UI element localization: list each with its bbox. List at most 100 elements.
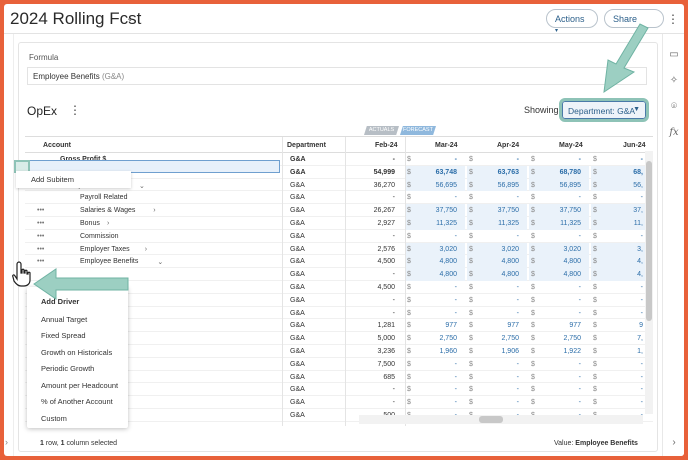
cell-feb[interactable]: 685 bbox=[351, 374, 395, 381]
cell-mar[interactable]: - bbox=[415, 194, 457, 201]
cell-feb[interactable]: - bbox=[351, 271, 395, 278]
cell-feb[interactable]: 7,500 bbox=[351, 361, 395, 368]
cell-mar[interactable]: - bbox=[415, 284, 457, 291]
cell-apr[interactable]: - bbox=[477, 399, 519, 406]
cell-apr[interactable]: 1,906 bbox=[477, 348, 519, 355]
cell-jun[interactable]: - bbox=[601, 310, 643, 317]
col-mar[interactable]: Mar-24 bbox=[435, 142, 458, 149]
cell-feb[interactable]: - bbox=[351, 297, 395, 304]
menu-item-annual-target[interactable]: Annual Target bbox=[41, 315, 87, 324]
cell-mar[interactable]: 4,800 bbox=[415, 258, 457, 265]
cell-apr[interactable]: 4,800 bbox=[477, 271, 519, 278]
cell-feb[interactable]: 4,500 bbox=[351, 258, 395, 265]
menu-item-growth-historicals[interactable]: Growth on Historicals bbox=[41, 348, 112, 357]
col-jun[interactable]: Jun-24 bbox=[623, 142, 646, 149]
cell-may[interactable]: - bbox=[539, 194, 581, 201]
row-account[interactable]: Employee Benefits bbox=[80, 258, 138, 265]
row-menu-icon[interactable]: ••• bbox=[37, 233, 44, 240]
more-options-icon[interactable]: ⋮ bbox=[667, 13, 679, 25]
menu-item-percent-another-account[interactable]: % of Another Account bbox=[41, 397, 113, 406]
chevron-right-icon[interactable]: › bbox=[667, 436, 681, 450]
cell-may[interactable]: 37,750 bbox=[539, 207, 581, 214]
expand-chevron-icon[interactable]: › bbox=[153, 207, 155, 214]
cell-mar[interactable]: - bbox=[415, 374, 457, 381]
cell-feb[interactable]: 5,000 bbox=[351, 335, 395, 342]
cell-apr[interactable]: - bbox=[477, 386, 519, 393]
cell-may[interactable]: - bbox=[539, 284, 581, 291]
cell-jun[interactable]: 11, bbox=[601, 220, 643, 227]
cell-jun[interactable]: 7, bbox=[601, 335, 643, 342]
cell-mar[interactable]: - bbox=[415, 233, 457, 240]
cell-apr[interactable]: 977 bbox=[477, 322, 519, 329]
cell-feb[interactable]: 3,236 bbox=[351, 348, 395, 355]
cell-feb[interactable]: 54,999 bbox=[351, 169, 395, 176]
cell-mar[interactable]: - bbox=[415, 297, 457, 304]
cell-feb[interactable]: 26,267 bbox=[351, 207, 395, 214]
col-may[interactable]: May-24 bbox=[559, 142, 583, 149]
cell-jun[interactable]: - bbox=[601, 194, 643, 201]
cell-apr[interactable]: - bbox=[477, 361, 519, 368]
cell-apr[interactable]: 11,325 bbox=[477, 220, 519, 227]
cell-jun[interactable]: 4, bbox=[601, 271, 643, 278]
cell-jun[interactable]: - bbox=[601, 156, 643, 163]
add-subitem-option[interactable]: Add Subitem bbox=[16, 171, 131, 188]
cell-apr[interactable]: - bbox=[477, 284, 519, 291]
cell-apr[interactable]: 37,750 bbox=[477, 207, 519, 214]
cell-may[interactable]: 56,895 bbox=[539, 182, 581, 189]
cell-feb[interactable]: 36,270 bbox=[351, 182, 395, 189]
row-account[interactable]: Salaries & Wages bbox=[80, 207, 135, 214]
cell-may[interactable]: - bbox=[539, 386, 581, 393]
vertical-scrollbar[interactable] bbox=[645, 151, 653, 414]
cell-apr[interactable]: - bbox=[477, 156, 519, 163]
cell-apr[interactable]: - bbox=[477, 233, 519, 240]
cell-mar[interactable]: - bbox=[415, 156, 457, 163]
menu-item-fixed-spread[interactable]: Fixed Spread bbox=[41, 331, 86, 340]
cell-feb[interactable]: - bbox=[351, 233, 395, 240]
horizontal-scrollbar[interactable] bbox=[359, 415, 643, 424]
cell-jun[interactable]: 68, bbox=[601, 169, 643, 176]
cell-apr[interactable]: - bbox=[477, 194, 519, 201]
col-feb[interactable]: Feb-24 bbox=[375, 142, 398, 149]
cell-feb[interactable]: - bbox=[351, 194, 395, 201]
cell-jun[interactable]: - bbox=[601, 374, 643, 381]
cell-feb[interactable]: - bbox=[351, 156, 395, 163]
scroll-thumb[interactable] bbox=[479, 416, 503, 423]
cell-may[interactable]: - bbox=[539, 374, 581, 381]
row-account[interactable]: Employer Taxes bbox=[80, 246, 130, 253]
table-row[interactable]: ••• Commission G&A - $ - $ - $ - $ - bbox=[25, 230, 653, 243]
cell-jun[interactable]: 1, bbox=[601, 348, 643, 355]
row-account[interactable]: Commission bbox=[80, 233, 119, 240]
sparkle-icon[interactable]: ✧ bbox=[667, 74, 681, 88]
cell-mar[interactable]: 1,960 bbox=[415, 348, 457, 355]
cell-may[interactable]: - bbox=[539, 297, 581, 304]
cell-jun[interactable]: 56, bbox=[601, 182, 643, 189]
cell-mar[interactable]: 11,325 bbox=[415, 220, 457, 227]
cell-jun[interactable]: 9 bbox=[601, 322, 643, 329]
row-menu-icon[interactable]: ••• bbox=[37, 258, 44, 265]
cell-jun[interactable]: 4, bbox=[601, 258, 643, 265]
expand-chevron-icon[interactable]: ⌄ bbox=[139, 182, 145, 190]
row-menu-icon[interactable]: ••• bbox=[37, 207, 44, 214]
cell-feb[interactable]: 4,500 bbox=[351, 284, 395, 291]
cell-mar[interactable]: 4,800 bbox=[415, 271, 457, 278]
menu-item-custom[interactable]: Custom bbox=[41, 414, 67, 423]
cell-apr[interactable]: - bbox=[477, 297, 519, 304]
row-account[interactable]: Bonus bbox=[80, 220, 100, 227]
col-account[interactable]: Account bbox=[43, 142, 71, 149]
cell-feb[interactable]: - bbox=[351, 310, 395, 317]
cell-feb[interactable]: 2,576 bbox=[351, 246, 395, 253]
department-selector[interactable]: Department: G&A ▼ bbox=[559, 98, 649, 122]
more-options-icon[interactable]: ⋮ bbox=[69, 104, 81, 116]
table-row[interactable]: Payroll Related G&A - $ - $ - $ - $ - bbox=[25, 191, 653, 205]
cell-jun[interactable]: - bbox=[601, 361, 643, 368]
cell-apr[interactable]: 56,895 bbox=[477, 182, 519, 189]
table-row[interactable]: ••• Employer Taxes › G&A 2,576 $3,020 $3,020 $3… bbox=[25, 242, 653, 256]
cell-apr[interactable]: 2,750 bbox=[477, 335, 519, 342]
comment-icon[interactable]: ▭ bbox=[667, 48, 681, 62]
cell-mar[interactable]: 37,750 bbox=[415, 207, 457, 214]
expand-chevron-icon[interactable]: › bbox=[107, 220, 109, 227]
cell-feb[interactable]: 1,281 bbox=[351, 322, 395, 329]
location-pin-icon[interactable]: ⌾ bbox=[667, 100, 681, 114]
cell-feb[interactable]: - bbox=[351, 399, 395, 406]
cell-may[interactable]: 68,780 bbox=[539, 169, 581, 176]
